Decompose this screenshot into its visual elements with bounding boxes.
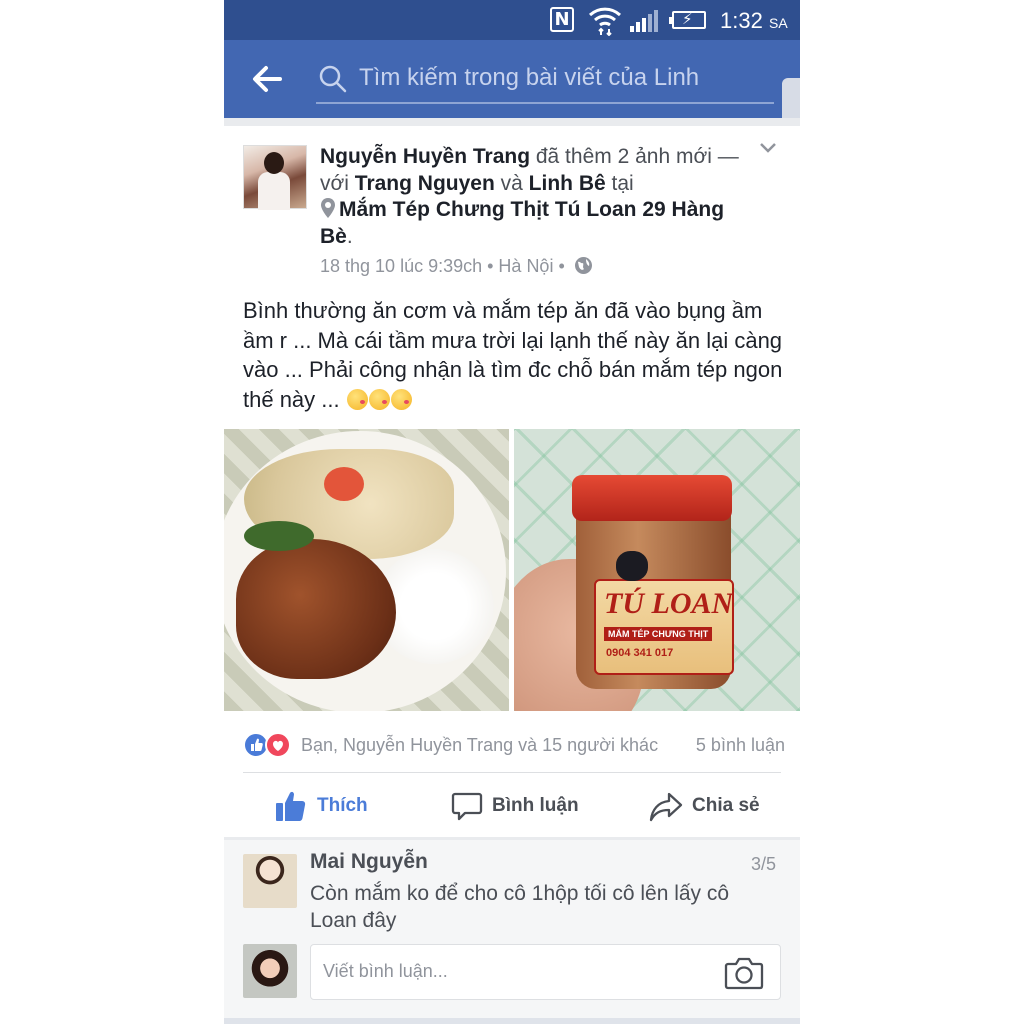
post-actions: Thích Bình luận Chia sẻ	[224, 778, 800, 834]
period: .	[346, 224, 353, 248]
comment-text: Còn mắm ko để cho cô 1hộp tối cô lên lấy…	[310, 882, 730, 932]
write-comment-input[interactable]: Viết bình luận...	[310, 944, 781, 1000]
search-icon	[319, 65, 347, 93]
comment-label: Bình luận	[492, 795, 579, 816]
comments-section: Mai Nguyễn 3/5 Còn mắm ko để cho cô 1hộp…	[224, 840, 800, 1024]
and-text: và	[494, 171, 529, 195]
my-avatar	[243, 944, 297, 998]
jar-photo[interactable]: TÚ LOAN MẮM TÉP CHƯNG THỊT 0904 341 017	[514, 429, 800, 711]
like-label: Thích	[317, 795, 368, 816]
post-meta: 18 thg 10 lúc 9:39ch • Hà Nội •	[320, 256, 593, 277]
signal-icon	[630, 10, 658, 32]
share-arrow-icon	[649, 792, 683, 822]
search-input[interactable]: Tìm kiếm trong bài viết của Linh	[316, 56, 774, 104]
comment-count[interactable]: 5 bình luận	[696, 735, 785, 756]
commenter-name[interactable]: Mai Nguyễn	[310, 850, 428, 874]
wifi-icon	[588, 7, 622, 36]
kiss-emoji-icon	[346, 388, 368, 410]
post-header: Nguyễn Huyền Trang đã thêm 2 ảnh mới — v…	[320, 144, 740, 250]
clock-ampm: SA	[769, 15, 788, 31]
kiss-emoji-icon	[368, 388, 390, 410]
divider	[243, 772, 781, 773]
post-body: Bình thường ăn cơm và mắm tép ăn đã vào …	[243, 296, 783, 414]
chevron-down-icon[interactable]	[759, 142, 777, 154]
phone-screen: N ⚡ 1:32 SA Tìm kiếm trong bài viết của …	[224, 0, 800, 1024]
love-reaction-icon	[265, 732, 291, 758]
nfc-icon: N	[550, 7, 574, 32]
share-label: Chia sẻ	[692, 795, 760, 816]
post-text: Bình thường ăn cơm và mắm tép ăn đã vào …	[243, 298, 783, 412]
status-bar: N ⚡ 1:32 SA	[224, 0, 800, 40]
bottom-edge	[224, 1018, 800, 1024]
like-button[interactable]: Thích	[274, 788, 368, 824]
comment-pager: 3/5	[751, 854, 777, 874]
globe-icon	[574, 257, 592, 274]
food-photo[interactable]	[224, 429, 509, 711]
write-comment-placeholder: Viết bình luận...	[323, 961, 448, 981]
reaction-summary[interactable]: Bạn, Nguyễn Huyền Trang và 15 người khác…	[243, 729, 785, 761]
author-avatar[interactable]	[243, 145, 307, 210]
post-card: Nguyễn Huyền Trang đã thêm 2 ảnh mới — v…	[224, 126, 800, 837]
share-button[interactable]: Chia sẻ	[649, 788, 760, 824]
reaction-names: Bạn, Nguyễn Huyền Trang và 15 người khác	[301, 735, 659, 755]
place-link[interactable]: Mắm Tép Chưng Thịt Tú Loan 29 Hàng Bè	[320, 198, 724, 248]
battery-icon: ⚡	[669, 11, 706, 29]
scroll-edge	[782, 78, 800, 118]
thumbs-up-icon	[276, 791, 306, 821]
app-header: Tìm kiếm trong bài viết của Linh	[224, 40, 800, 118]
tagged-user-2[interactable]: Linh Bê	[529, 172, 606, 195]
clock: 1:32	[720, 8, 763, 33]
camera-icon[interactable]	[724, 955, 764, 991]
search-placeholder: Tìm kiếm trong bài viết của Linh	[359, 64, 700, 91]
at-text: tại	[605, 171, 634, 195]
jar-label: TÚ LOAN MẮM TÉP CHƯNG THỊT 0904 341 017	[594, 579, 734, 675]
back-arrow-icon[interactable]	[250, 62, 284, 96]
author-name[interactable]: Nguyễn Huyền Trang	[320, 145, 530, 168]
commenter-avatar[interactable]	[243, 854, 297, 908]
comment-bubble-icon	[451, 792, 483, 821]
tagged-user-1[interactable]: Trang Nguyen	[355, 172, 495, 195]
comment-button[interactable]: Bình luận	[451, 788, 579, 824]
timestamp[interactable]: 18 thg 10 lúc 9:39ch • Hà Nội •	[320, 256, 565, 276]
kiss-emoji-icon	[390, 388, 412, 410]
location-pin-icon	[321, 198, 335, 218]
